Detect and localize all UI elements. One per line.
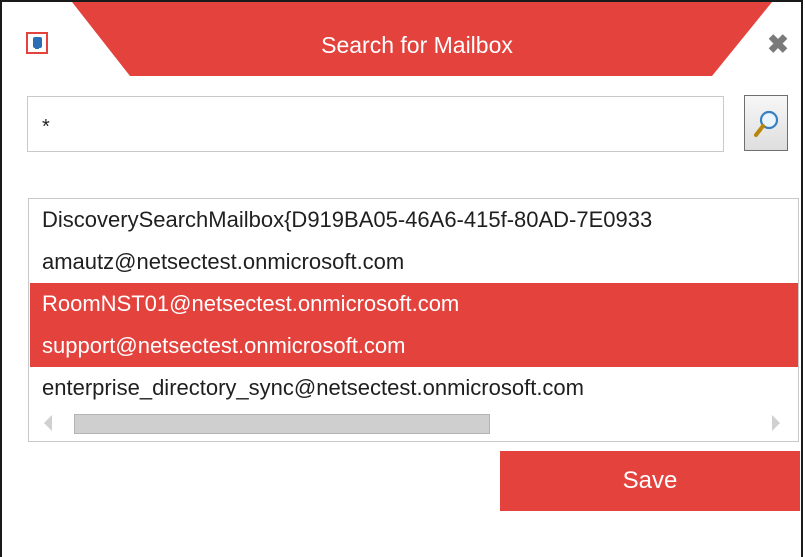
mailbox-list-item[interactable]: amautz@netsectest.onmicrosoft.com bbox=[30, 241, 798, 283]
mailbox-list-item[interactable]: DiscoverySearchMailbox{D919BA05-46A6-415… bbox=[30, 199, 798, 241]
app-icon bbox=[26, 32, 48, 54]
dialog-title: Search for Mailbox bbox=[321, 32, 513, 58]
search-input[interactable] bbox=[27, 96, 724, 152]
mailbox-list[interactable]: DiscoverySearchMailbox{D919BA05-46A6-415… bbox=[28, 198, 799, 442]
title-bar[interactable]: Search for Mailbox ✖ bbox=[2, 2, 803, 76]
scroll-right-icon[interactable] bbox=[772, 415, 780, 431]
search-icon bbox=[754, 110, 779, 137]
mailbox-list-item[interactable]: enterprise_directory_sync@netsectest.onm… bbox=[30, 367, 798, 409]
mailbox-list-item[interactable]: support@netsectest.onmicrosoft.com bbox=[30, 325, 798, 367]
close-icon[interactable]: ✖ bbox=[764, 30, 792, 58]
outlook-mailbox-icon bbox=[33, 37, 42, 49]
scroll-left-icon[interactable] bbox=[44, 415, 52, 431]
mailbox-list-item[interactable]: RoomNST01@netsectest.onmicrosoft.com bbox=[30, 283, 798, 325]
search-mailbox-dialog: Search for Mailbox ✖ DiscoverySearchMail… bbox=[0, 0, 803, 557]
search-button[interactable] bbox=[744, 95, 788, 151]
scrollbar-thumb[interactable] bbox=[74, 414, 490, 434]
save-button[interactable]: Save bbox=[500, 451, 800, 511]
horizontal-scrollbar[interactable] bbox=[30, 407, 798, 439]
